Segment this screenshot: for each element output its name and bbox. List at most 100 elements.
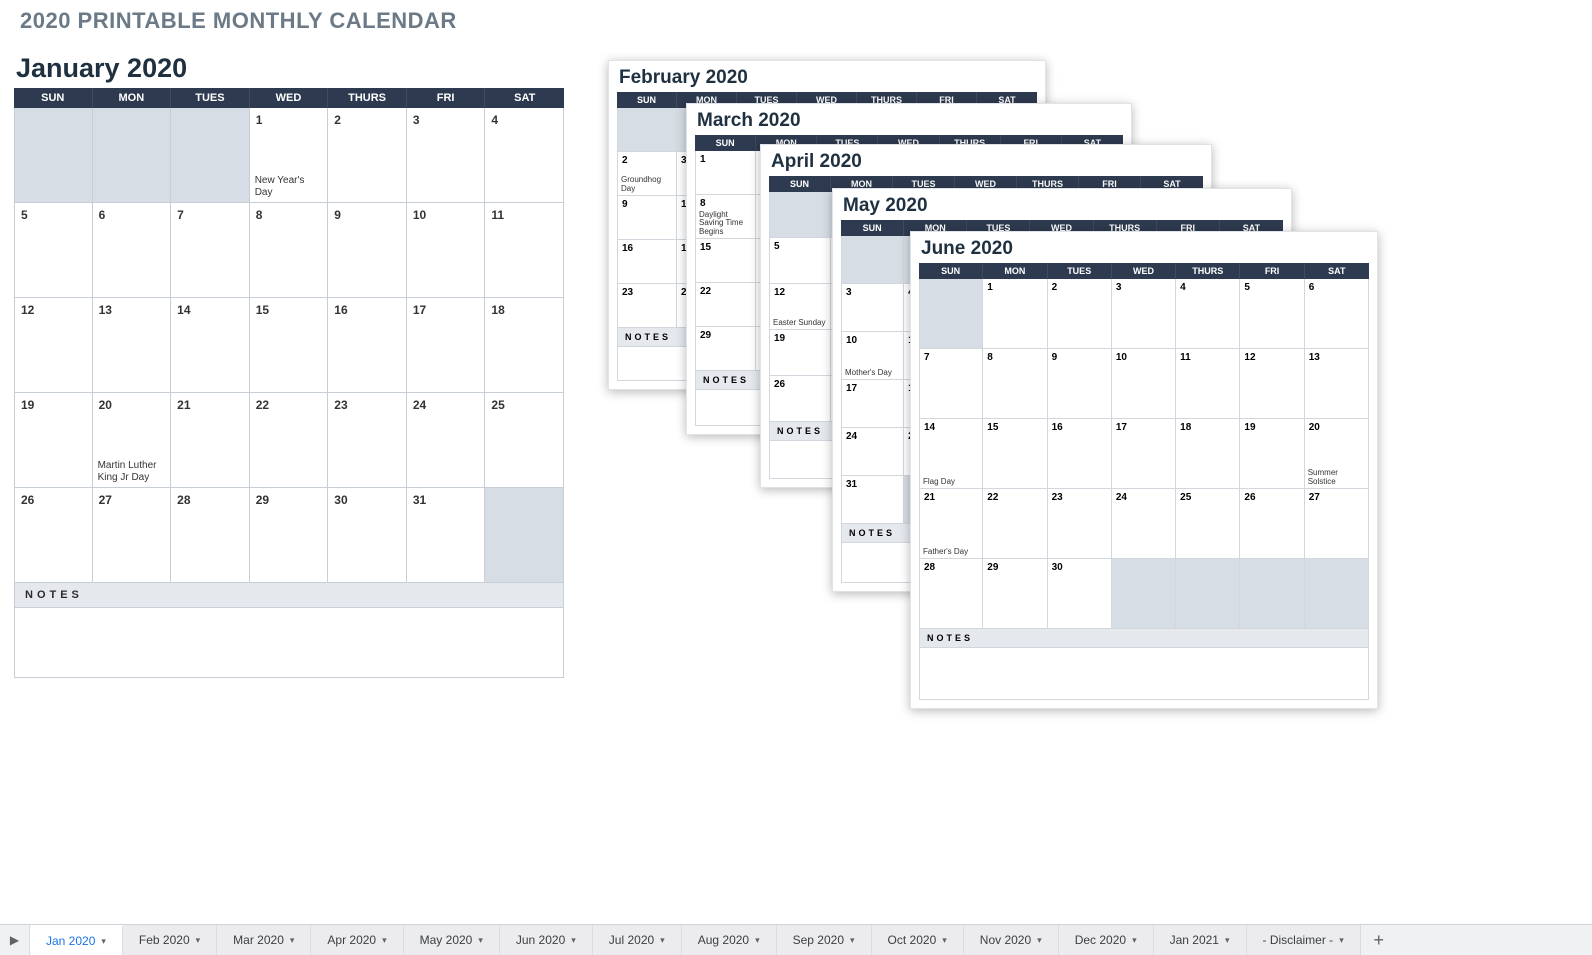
sheet-tab[interactable]: Jan 2021▾ [1154, 925, 1247, 955]
day-number: 20 [99, 398, 112, 412]
sheet-tab[interactable]: Nov 2020▾ [964, 925, 1059, 955]
day-number: 7 [177, 208, 184, 222]
day-number: 2 [622, 155, 628, 166]
calendar-cell: 16 [328, 298, 407, 393]
day-number: 26 [21, 493, 34, 507]
day-header-cell: THURS [1176, 263, 1240, 279]
calendar-cell: 23 [1048, 489, 1112, 559]
day-number: 9 [622, 199, 628, 210]
calendar-cell: 5 [769, 238, 831, 284]
day-number: 5 [1244, 282, 1250, 293]
calendar-grid: 1234567891011121314Flag Day151617181920S… [919, 279, 1369, 629]
calendar-cell: 27 [93, 488, 172, 583]
day-number: 16 [1052, 422, 1063, 433]
calendar-cell: 5 [14, 203, 93, 298]
sheet-tab[interactable]: Dec 2020▾ [1059, 925, 1154, 955]
sheet-tab[interactable]: Jan 2020▾ [30, 925, 123, 955]
day-number: 17 [846, 383, 857, 394]
event-label: Summer Solstice [1308, 469, 1366, 486]
calendar-cell: 23 [328, 393, 407, 488]
chevron-down-icon[interactable]: ▾ [1339, 935, 1344, 946]
chevron-down-icon[interactable]: ▾ [942, 935, 947, 946]
chevron-down-icon[interactable]: ▾ [755, 935, 760, 946]
sheet-tab[interactable]: Feb 2020▾ [123, 925, 217, 955]
day-number: 8 [256, 208, 263, 222]
chevron-down-icon[interactable]: ▾ [571, 935, 576, 946]
day-number: 21 [177, 398, 190, 412]
tab-nav-icon[interactable]: ▶ [0, 925, 30, 955]
sheet-tab-label: Jul 2020 [609, 933, 654, 947]
day-number: 28 [177, 493, 190, 507]
chevron-down-icon[interactable]: ▾ [478, 935, 483, 946]
calendar-cell: 26 [769, 376, 831, 422]
calendar-cell: 18 [485, 298, 564, 393]
calendar-cell: 28 [919, 559, 983, 629]
sheet-tab[interactable]: Oct 2020▾ [872, 925, 964, 955]
day-header-cell: FRI [407, 88, 486, 108]
sheet-tab[interactable]: - Disclaimer -▾ [1247, 925, 1361, 955]
calendar-cell: 20Martin Luther King Jr Day [93, 393, 172, 488]
calendar-cell: 9 [328, 203, 407, 298]
calendar-cell: 28 [171, 488, 250, 583]
sheet-tab[interactable]: Apr 2020▾ [311, 925, 403, 955]
chevron-down-icon[interactable]: ▾ [196, 935, 201, 946]
month-title: March 2020 [697, 110, 1123, 132]
day-number: 14 [924, 422, 935, 433]
chevron-down-icon[interactable]: ▾ [1132, 935, 1137, 946]
add-sheet-button[interactable]: + [1361, 925, 1397, 955]
calendar-cell: 22 [250, 393, 329, 488]
calendar-cell: 18 [1176, 419, 1240, 489]
day-number: 8 [700, 198, 706, 209]
day-number: 6 [99, 208, 106, 222]
sheet-tab[interactable]: Aug 2020▾ [682, 925, 777, 955]
calendar-cell: 12 [1240, 349, 1304, 419]
day-number: 8 [987, 352, 993, 363]
calendar-cell: 5 [1240, 279, 1304, 349]
day-number: 3 [846, 287, 852, 298]
sheet-tab[interactable]: May 2020▾ [404, 925, 500, 955]
calendar-cell: 16 [617, 240, 677, 284]
day-number: 12 [21, 303, 34, 317]
sheet-tab[interactable]: Jul 2020 ▾ [593, 925, 682, 955]
notes-body [919, 648, 1369, 700]
calendar-cell: 7 [171, 203, 250, 298]
calendar-cell: 29 [250, 488, 329, 583]
day-number: 26 [774, 379, 785, 390]
calendar-cell: 30 [1048, 559, 1112, 629]
calendar-june: June 2020SUNMONTUESWEDTHURSFRISAT1234567… [910, 231, 1378, 709]
day-header-cell: WED [1112, 263, 1176, 279]
chevron-down-icon[interactable]: ▾ [850, 935, 855, 946]
chevron-down-icon[interactable]: ▾ [101, 936, 106, 947]
calendar-cell: 21Father's Day [919, 489, 983, 559]
sheet-tab[interactable]: Jun 2020▾ [500, 925, 593, 955]
day-number: 3 [1116, 282, 1122, 293]
calendar-cell: 22 [695, 283, 756, 327]
calendar-cell: 21 [171, 393, 250, 488]
sheet-tab[interactable]: Sep 2020▾ [777, 925, 872, 955]
calendar-cell: 6 [1305, 279, 1369, 349]
calendar-cell: 17 [841, 380, 904, 428]
day-number: 17 [1116, 422, 1127, 433]
day-number: 1 [987, 282, 993, 293]
calendar-cell: 19 [14, 393, 93, 488]
calendar-cell: 11 [485, 203, 564, 298]
day-number: 11 [491, 208, 504, 222]
chevron-down-icon[interactable]: ▾ [1225, 935, 1230, 946]
calendar-cell-blank [841, 236, 904, 284]
day-number: 28 [924, 562, 935, 573]
calendar-cell: 7 [919, 349, 983, 419]
calendar-cell: 8Daylight Saving Time Begins [695, 195, 756, 239]
calendar-grid: 1New Year's Day2345678910111213141516171… [14, 108, 564, 583]
day-number: 19 [1244, 422, 1255, 433]
day-number: 9 [1052, 352, 1058, 363]
chevron-down-icon[interactable]: ▾ [660, 935, 665, 946]
day-number: 1 [700, 154, 706, 165]
calendar-cell: 26 [1240, 489, 1304, 559]
chevron-down-icon[interactable]: ▾ [1037, 935, 1042, 946]
chevron-down-icon[interactable]: ▾ [382, 935, 387, 946]
month-title: February 2020 [619, 67, 1037, 89]
chevron-down-icon[interactable]: ▾ [290, 935, 295, 946]
day-number: 23 [1052, 492, 1063, 503]
sheet-tab[interactable]: Mar 2020▾ [217, 925, 311, 955]
calendar-cell: 25 [485, 393, 564, 488]
